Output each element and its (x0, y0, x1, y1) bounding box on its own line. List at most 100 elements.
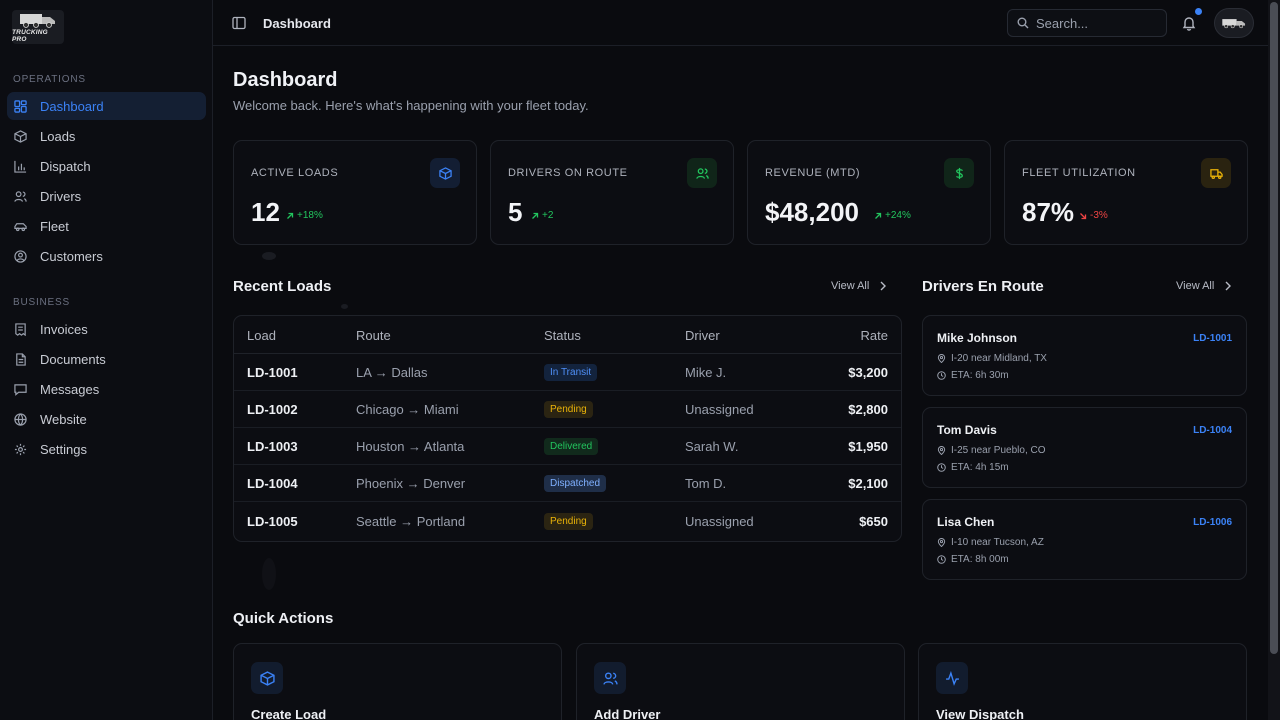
bell-icon[interactable] (1181, 15, 1197, 31)
quick-actions-title: Quick Actions (233, 610, 334, 627)
column-header-rate: Rate (860, 328, 888, 343)
table-row[interactable]: LD-1003 Houston → Atlanta Delivered Sara… (234, 428, 901, 465)
table-row[interactable]: LD-1005 Seattle → Portland Pending Unass… (234, 503, 901, 540)
sidebar-item-fleet[interactable]: Fleet (7, 212, 206, 240)
truck-logo-icon (20, 14, 55, 28)
stat-delta: +24% (874, 210, 911, 221)
driver-name: Lisa Chen (937, 515, 995, 529)
top-bar: Dashboard (213, 0, 1268, 46)
arrow-up-right-icon (287, 212, 294, 219)
notification-dot (1195, 8, 1202, 15)
recent-loads-view-all-link[interactable]: View All (831, 280, 887, 292)
sidebar-item-loads[interactable]: Loads (7, 122, 206, 150)
table-row[interactable]: LD-1001 LA → Dallas In Transit Mike J. $… (234, 354, 901, 391)
load-id: LD-1001 (247, 365, 298, 380)
clock-icon (937, 371, 946, 380)
stat-delta-text: -3% (1090, 210, 1108, 221)
chevron-right-icon (880, 281, 887, 291)
stat-card-active-loads: ACTIVE LOADS 12 +18% (233, 140, 477, 245)
car-icon (14, 220, 27, 233)
box-icon (430, 158, 460, 188)
sidebar-item-website[interactable]: Website (7, 405, 206, 433)
box-icon (251, 662, 283, 694)
search-input[interactable] (1036, 15, 1156, 31)
stat-card-drivers-on-route: DRIVERS ON ROUTE 5 +2 (490, 140, 734, 245)
quick-action-add-driver[interactable]: Add Driver (576, 643, 905, 720)
stat-delta: +18% (286, 210, 323, 221)
driver-card[interactable]: Tom Davis LD-1004 I-25 near Pueblo, CO E… (922, 407, 1247, 488)
smudge-decoration (341, 304, 348, 309)
section-label-operations: OPERATIONS (13, 74, 86, 85)
sidebar-item-customers[interactable]: Customers (7, 242, 206, 270)
status-badge: Dispatched (544, 475, 607, 492)
dollar-icon (944, 158, 974, 188)
sidebar-item-label: Dispatch (40, 158, 91, 174)
driver-card[interactable]: Lisa Chen LD-1006 I-10 near Tucson, AZ E… (922, 499, 1247, 580)
view-all-label: View All (1176, 280, 1215, 292)
scrollbar-thumb[interactable] (1270, 2, 1278, 654)
eta-text: ETA: 4h 15m (951, 462, 1009, 473)
stat-delta-text: +24% (885, 210, 911, 221)
message-icon (14, 383, 27, 396)
sidebar-item-label: Settings (40, 441, 87, 457)
recent-loads-title: Recent Loads (233, 278, 332, 295)
driver-load-link[interactable]: LD-1001 (1193, 333, 1232, 344)
column-header-driver: Driver (685, 328, 720, 343)
section-label-business: BUSINESS (13, 297, 70, 308)
chevron-right-icon (1225, 281, 1232, 291)
search-icon (1017, 17, 1029, 29)
sidebar-item-dashboard[interactable]: Dashboard (7, 92, 206, 120)
map-pin-icon (937, 354, 946, 363)
map-pin-icon (937, 446, 946, 455)
avatar[interactable] (1214, 8, 1254, 38)
driver-location: I-10 near Tucson, AZ (937, 537, 1044, 548)
eta-text: ETA: 6h 30m (951, 370, 1009, 381)
arrow-down-right-icon (1080, 212, 1087, 219)
stat-value: $48,200 (765, 197, 859, 227)
sidebar-toggle-icon[interactable] (232, 16, 246, 30)
stat-label: ACTIVE LOADS (251, 167, 339, 179)
app-logo[interactable]: TRUCKING PRO (12, 10, 64, 44)
view-all-label: View All (831, 280, 870, 292)
sidebar-item-documents[interactable]: Documents (7, 345, 206, 373)
stat-delta-text: +18% (297, 210, 323, 221)
drivers-view-all-link[interactable]: View All (1176, 280, 1232, 292)
page-scrollbar[interactable] (1268, 0, 1280, 720)
sidebar-item-invoices[interactable]: Invoices (7, 315, 206, 343)
page-subtitle: Welcome back. Here's what's happening wi… (233, 98, 589, 113)
table-row[interactable]: LD-1004 Phoenix → Denver Dispatched Tom … (234, 465, 901, 502)
stat-label: REVENUE (MTD) (765, 167, 861, 179)
stat-label: DRIVERS ON ROUTE (508, 167, 628, 179)
sidebar-item-drivers[interactable]: Drivers (7, 182, 206, 210)
driver-card[interactable]: Mike Johnson LD-1001 I-20 near Midland, … (922, 315, 1247, 396)
quick-action-label: Add Driver (594, 707, 661, 720)
table-row[interactable]: LD-1002 Chicago → Miami Pending Unassign… (234, 391, 901, 428)
status-badge: Delivered (544, 438, 599, 455)
driver-eta: ETA: 6h 30m (937, 370, 1009, 381)
page-title: Dashboard (233, 69, 338, 91)
driver: Unassigned (685, 514, 754, 529)
rate: $1,950 (848, 439, 888, 454)
receipt-icon (14, 322, 27, 336)
search-box[interactable] (1007, 9, 1167, 37)
driver-name: Tom Davis (937, 423, 997, 437)
driver-load-link[interactable]: LD-1004 (1193, 425, 1232, 436)
driver-eta: ETA: 8h 00m (937, 554, 1009, 565)
breadcrumb: Dashboard (263, 16, 331, 31)
map-pin-icon (937, 538, 946, 547)
quick-action-create-load[interactable]: Create Load (233, 643, 562, 720)
eta-text: ETA: 8h 00m (951, 554, 1009, 565)
rate: $650 (859, 514, 888, 529)
load-id: LD-1003 (247, 439, 298, 454)
status-badge: Pending (544, 513, 593, 530)
sidebar-item-dispatch[interactable]: Dispatch (7, 152, 206, 180)
stat-value: 5 (508, 197, 523, 227)
location-text: I-20 near Midland, TX (951, 353, 1047, 364)
status-badge: In Transit (544, 364, 598, 381)
users-icon (14, 190, 27, 203)
driver-load-link[interactable]: LD-1006 (1193, 517, 1232, 528)
quick-action-view-dispatch[interactable]: View Dispatch (918, 643, 1247, 720)
sidebar-item-settings[interactable]: Settings (7, 435, 206, 463)
sidebar-item-messages[interactable]: Messages (7, 375, 206, 403)
status-badge: Pending (544, 401, 593, 418)
